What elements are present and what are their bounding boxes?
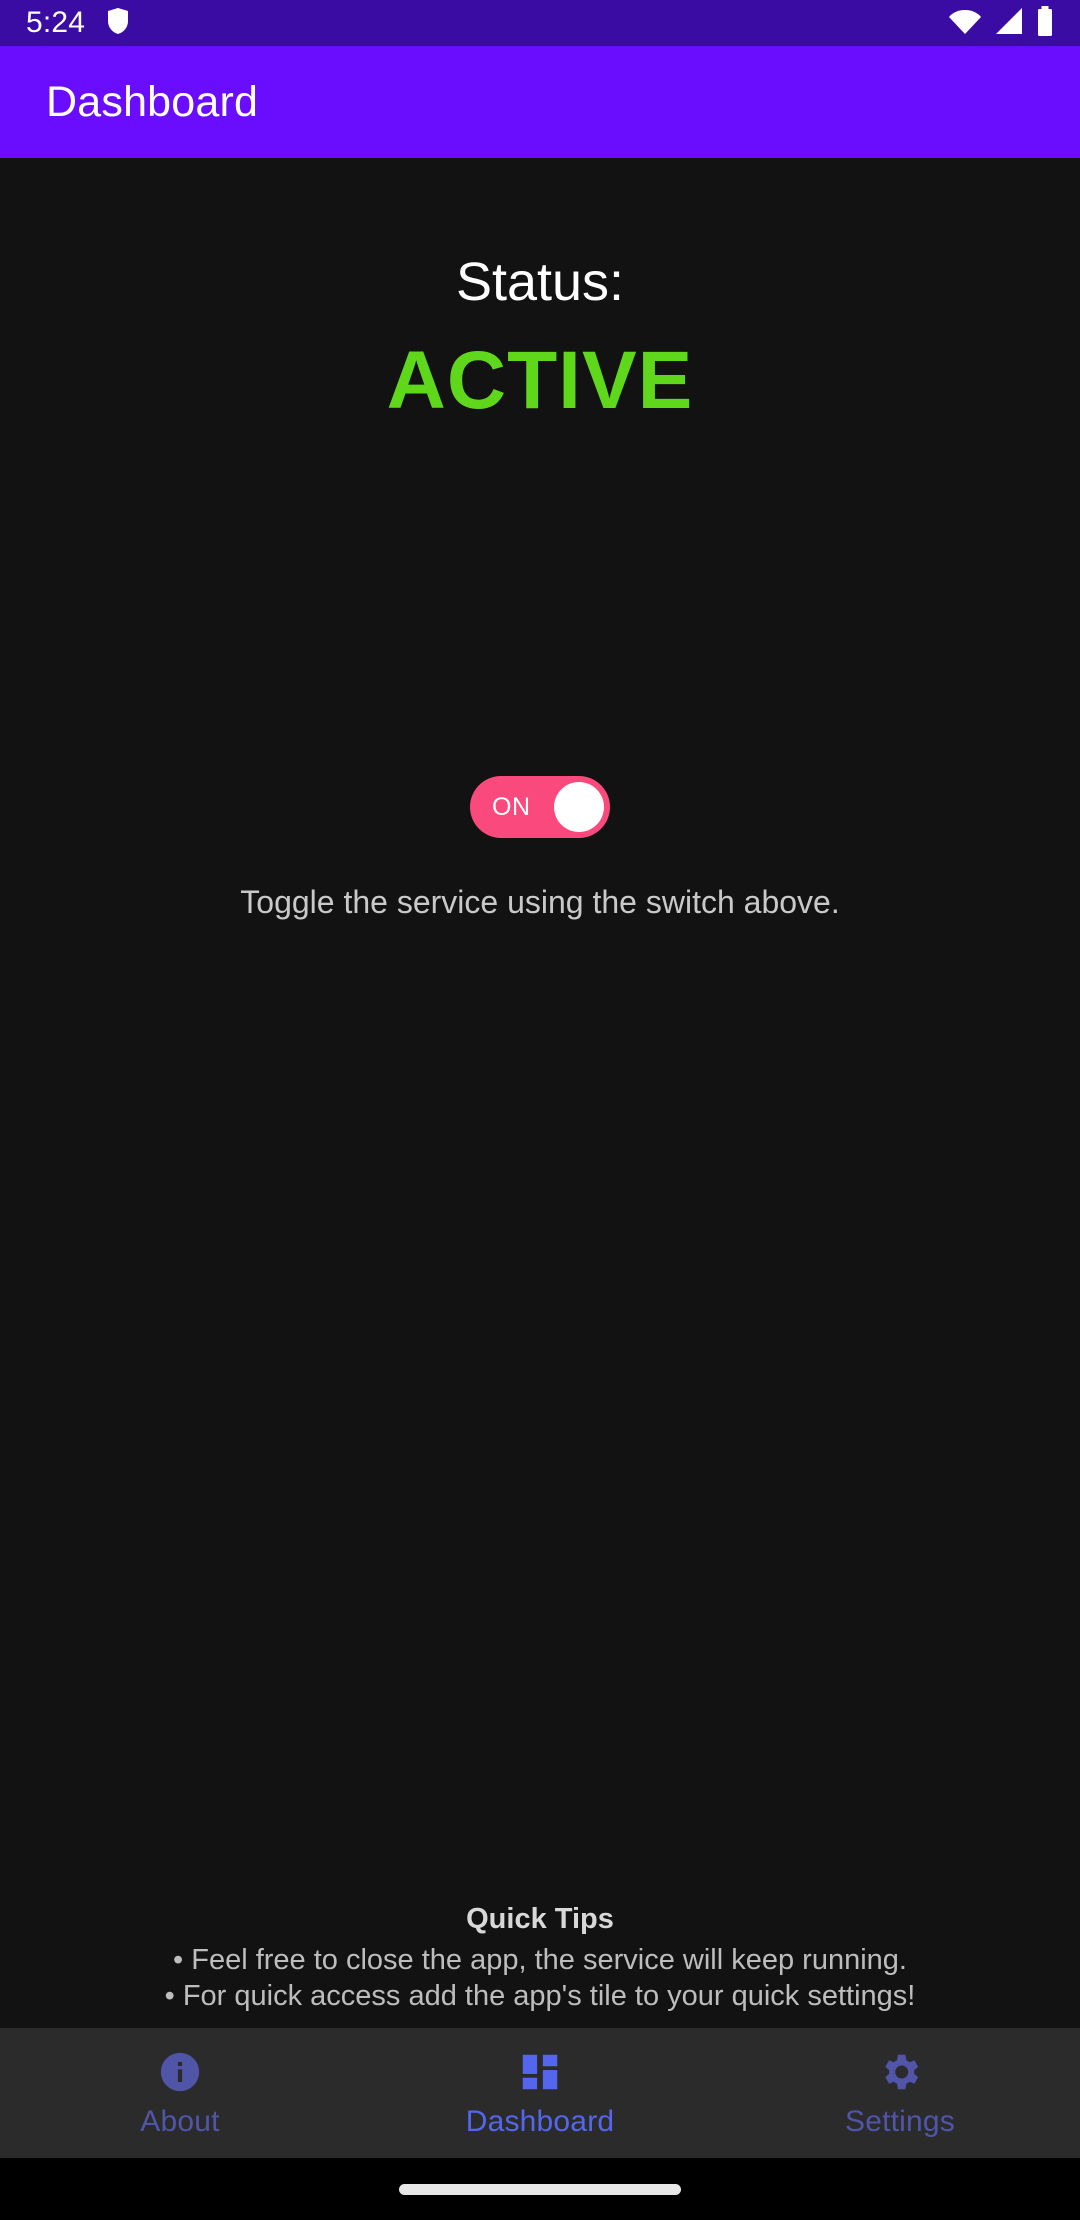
nav-item-about[interactable]: About	[0, 2028, 360, 2158]
phone-screen: 5:24 Dashboard Status: ACTIVE ON Toggle …	[0, 0, 1080, 2220]
service-toggle[interactable]: ON	[470, 776, 610, 838]
main-content: Status: ACTIVE ON Toggle the service usi…	[0, 158, 1080, 2028]
toggle-hint-text: Toggle the service using the switch abov…	[240, 884, 840, 920]
app-bar: Dashboard	[0, 46, 1080, 158]
nav-label-settings: Settings	[845, 2105, 955, 2138]
cellular-signal-icon	[994, 7, 1024, 40]
status-clock: 5:24	[26, 6, 86, 39]
info-circle-icon	[157, 2049, 203, 2095]
quick-tips-title: Quick Tips	[466, 1902, 614, 1935]
status-bar: 5:24	[0, 0, 1080, 46]
shield-icon	[107, 7, 129, 40]
gesture-navigation-area	[0, 2158, 1080, 2220]
gesture-home-pill[interactable]	[399, 2183, 681, 2195]
wifi-icon	[948, 7, 982, 40]
quick-tip-item: • For quick access add the app's tile to…	[164, 1979, 916, 2012]
gear-icon	[877, 2049, 923, 2095]
status-value: ACTIVE	[386, 335, 694, 427]
nav-label-about: About	[140, 2105, 220, 2138]
battery-icon	[1036, 5, 1054, 41]
nav-item-dashboard[interactable]: Dashboard	[360, 2028, 720, 2158]
page-title: Dashboard	[46, 77, 259, 126]
service-toggle-container: ON	[0, 776, 1080, 838]
status-bar-left: 5:24	[26, 7, 129, 40]
service-toggle-label: ON	[492, 792, 531, 821]
quick-tip-item: • Feel free to close the app, the servic…	[173, 1943, 907, 1976]
bottom-navigation-bar: About Dashboard Settings	[0, 2028, 1080, 2158]
nav-label-dashboard: Dashboard	[465, 2105, 615, 2138]
service-toggle-knob[interactable]	[554, 782, 604, 832]
dashboard-grid-icon	[517, 2049, 563, 2095]
status-label: Status:	[455, 252, 625, 312]
quick-tips-section: Quick Tips • Feel free to close the app,…	[0, 1903, 1080, 2015]
nav-item-settings[interactable]: Settings	[720, 2028, 1080, 2158]
status-bar-right	[948, 5, 1054, 41]
